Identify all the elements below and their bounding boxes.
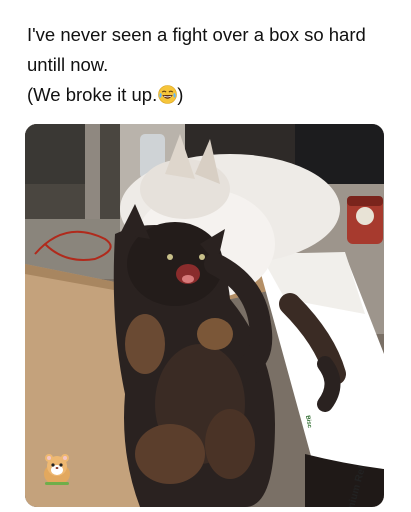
hamster-watermark-icon: [39, 452, 75, 488]
tears-of-joy-emoji-icon: [158, 83, 178, 104]
cats-in-box-image: [25, 124, 384, 507]
caption-line-2: untill now.: [27, 54, 109, 75]
caption-line-1: I've never seen a fight over a box so ha…: [27, 24, 366, 45]
post-caption: I've never seen a fight over a box so ha…: [27, 20, 397, 110]
caption-line-3: (We broke it up. ): [27, 83, 184, 105]
caption-line-3-text: (We broke it up.: [27, 84, 158, 105]
meme-photo: Bisc Premium Rel: [25, 124, 384, 507]
